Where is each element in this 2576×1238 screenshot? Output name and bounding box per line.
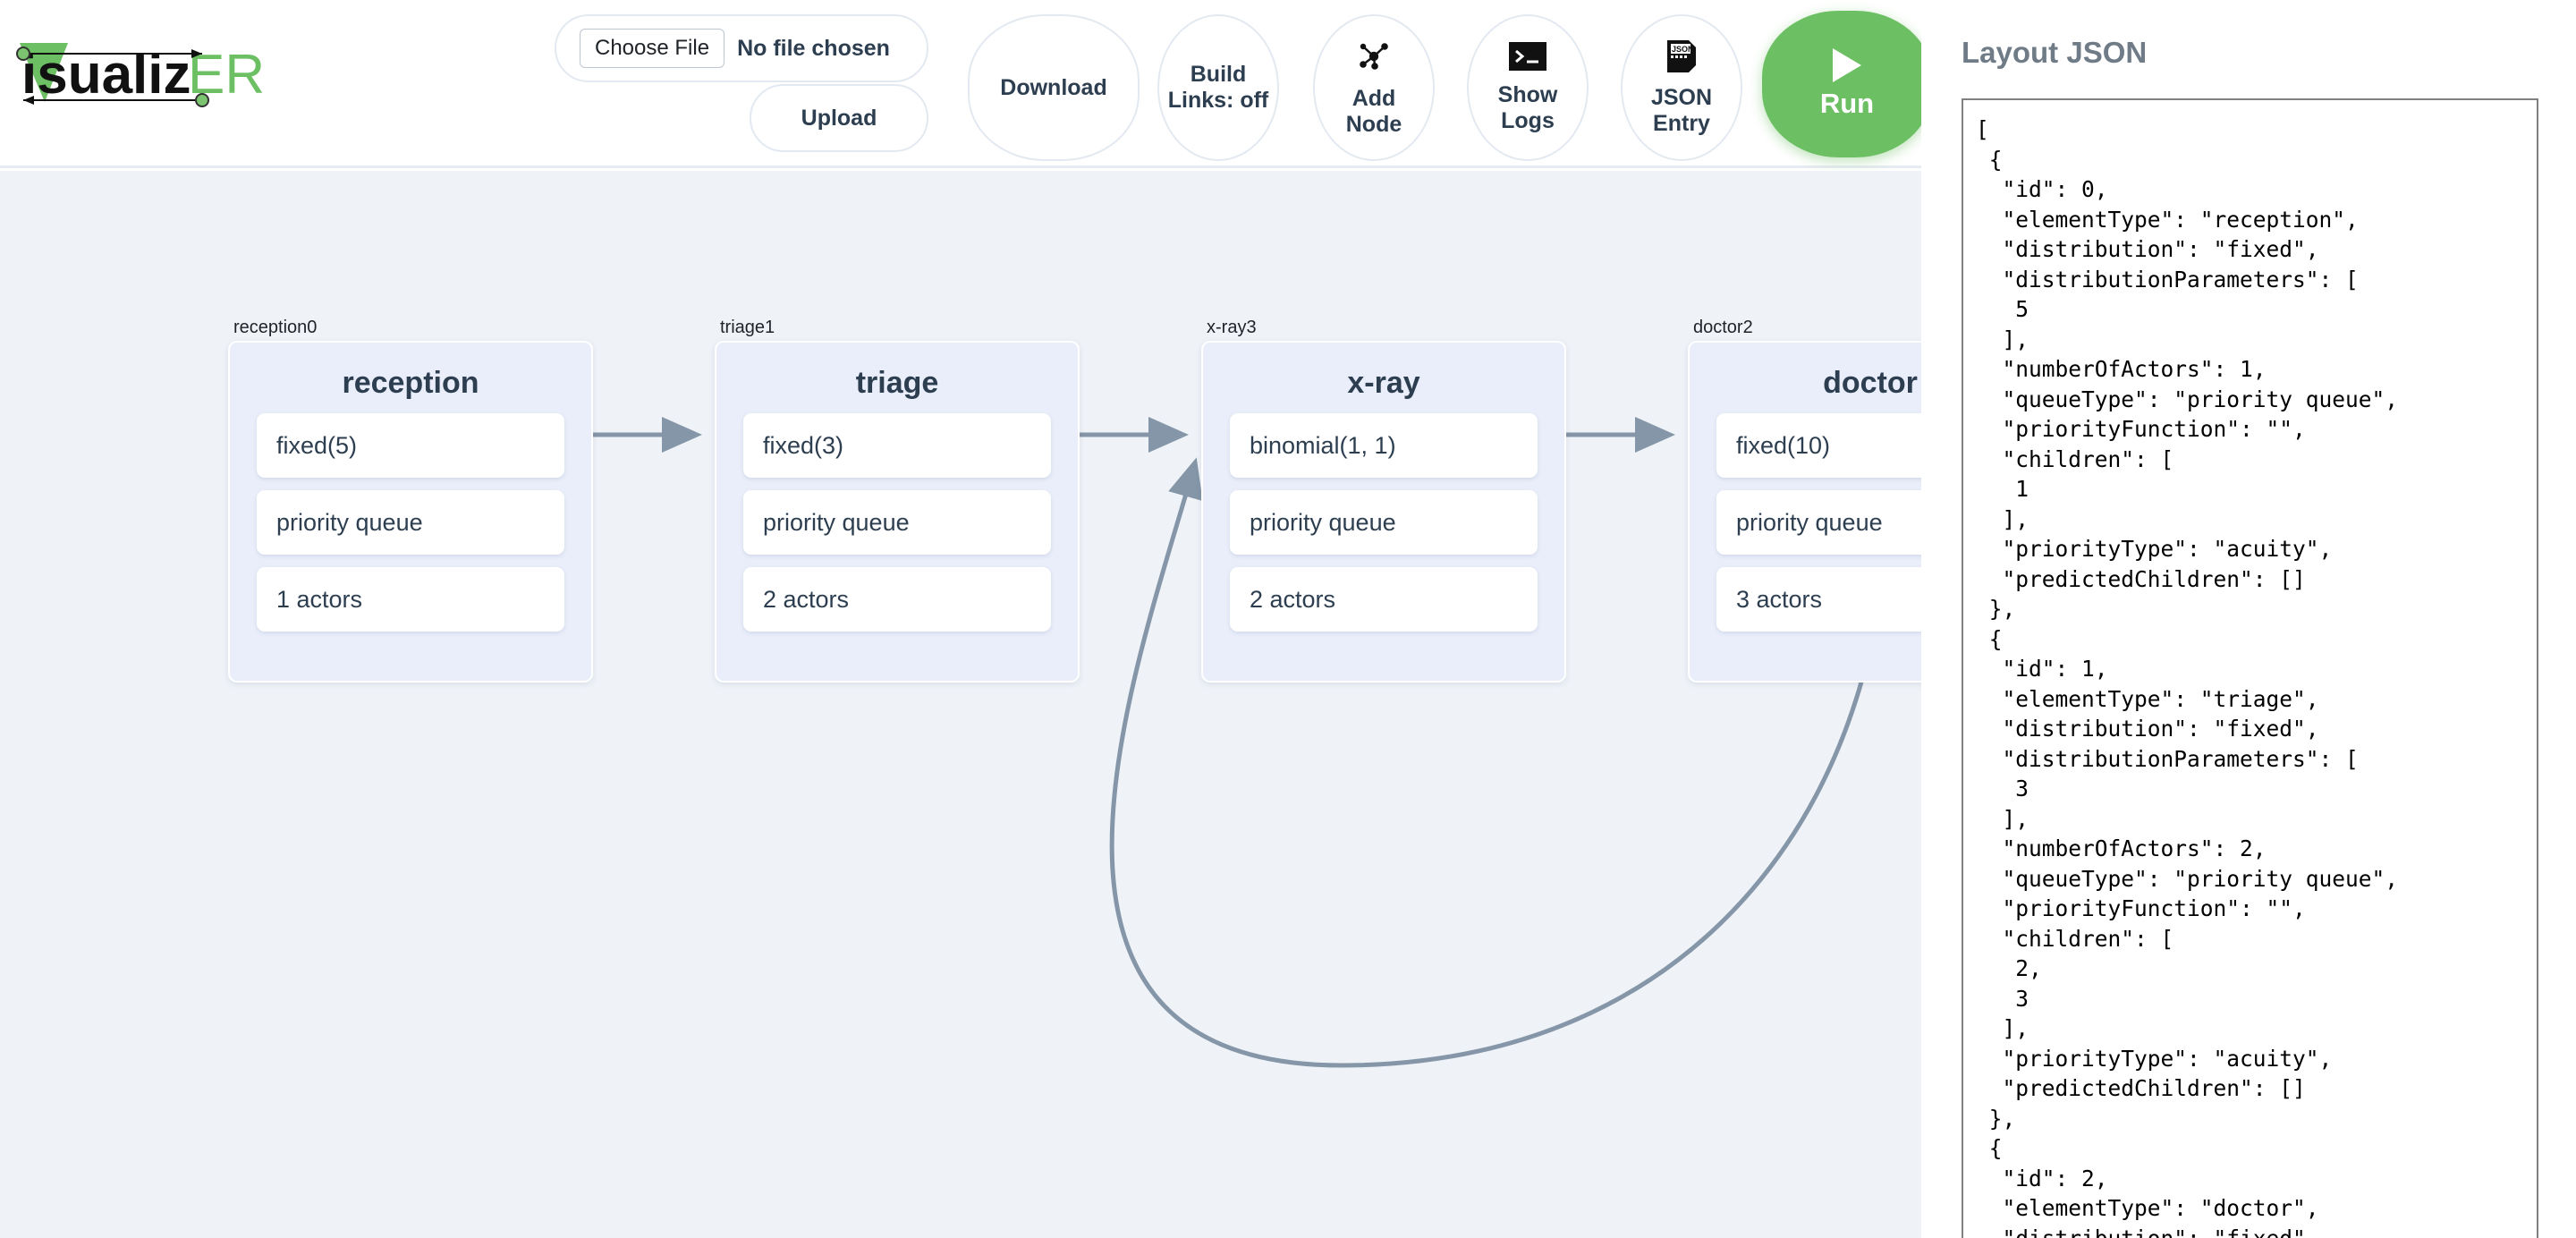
node-title: reception — [342, 366, 479, 400]
json-entry-button[interactable]: JSON JSON Entry — [1621, 14, 1742, 161]
build-links-label: Build Links: off — [1167, 62, 1269, 113]
show-logs-label-1: Show — [1497, 81, 1558, 107]
app-column: isualiz ER Choose File No file chosen Up… — [0, 0, 1932, 1238]
layout-json-content: [ { "id": 0, "elementType": "reception",… — [1976, 116, 2399, 1238]
flow-node-reception[interactable]: reception0 reception fixed(5) priority q… — [228, 318, 593, 683]
layout-json-title: Layout JSON — [1962, 36, 2148, 69]
node-queue-field[interactable]: priority queue — [1230, 490, 1538, 555]
node-actors-field[interactable]: 2 actors — [743, 567, 1051, 632]
show-logs-label-2: Logs — [1501, 107, 1555, 133]
json-entry-label-2: Entry — [1653, 110, 1710, 136]
flow-node-xray[interactable]: x-ray3 x-ray binomial(1, 1) priority que… — [1201, 318, 1566, 683]
add-node-label-2: Node — [1345, 111, 1402, 137]
app-header: isualiz ER Choose File No file chosen Up… — [0, 0, 1932, 168]
node-graph-icon — [1356, 38, 1392, 81]
node-queue-field[interactable]: priority queue — [1716, 490, 1921, 555]
upload-button[interactable]: Upload — [750, 84, 928, 152]
file-status-label: No file chosen — [737, 35, 890, 61]
run-button-label: Run — [1819, 88, 1875, 119]
node-actors-field[interactable]: 2 actors — [1230, 567, 1538, 632]
node-tag: doctor2 — [1693, 318, 1753, 337]
file-upload-control[interactable]: Choose File No file chosen — [555, 14, 928, 82]
node-title: doctor — [1823, 366, 1918, 400]
node-distribution-field[interactable]: fixed(5) — [257, 413, 564, 478]
node-queue-field[interactable]: priority queue — [257, 490, 564, 555]
node-title: triage — [855, 366, 939, 400]
node-tag: reception0 — [233, 318, 318, 337]
flow-canvas[interactable]: reception0 reception fixed(5) priority q… — [0, 171, 1921, 1238]
node-tag: triage1 — [720, 318, 775, 337]
app-logo: isualiz ER — [13, 30, 343, 107]
show-logs-button[interactable]: Show Logs — [1467, 14, 1589, 161]
node-actors-field[interactable]: 3 actors — [1716, 567, 1921, 632]
node-distribution-field[interactable]: binomial(1, 1) — [1230, 413, 1538, 478]
layout-json-panel: Layout JSON [ { "id": 0, "elementType": … — [1921, 0, 2576, 1238]
build-links-toggle-button[interactable]: Build Links: off — [1157, 14, 1279, 161]
run-button[interactable]: Run — [1762, 11, 1932, 157]
node-tag: x-ray3 — [1207, 318, 1257, 337]
json-file-icon: JSON — [1665, 39, 1698, 80]
add-node-button[interactable]: Add Node — [1313, 14, 1435, 161]
node-distribution-field[interactable]: fixed(10) — [1716, 413, 1921, 478]
terminal-icon — [1509, 41, 1546, 77]
play-icon — [1833, 48, 1861, 82]
choose-file-button[interactable]: Choose File — [580, 29, 725, 68]
layout-json-textarea[interactable]: [ { "id": 0, "elementType": "reception",… — [1962, 98, 2538, 1238]
app-root: isualiz ER Choose File No file chosen Up… — [0, 0, 2576, 1238]
download-button[interactable]: Download — [968, 14, 1140, 161]
json-entry-label-1: JSON — [1650, 84, 1713, 110]
node-actors-field[interactable]: 1 actors — [257, 567, 564, 632]
svg-text:JSON: JSON — [1672, 45, 1694, 54]
node-queue-field[interactable]: priority queue — [743, 490, 1051, 555]
add-node-label-1: Add — [1352, 85, 1396, 111]
flow-node-doctor[interactable]: doctor2 doctor fixed(10) priority queue … — [1688, 318, 1921, 683]
node-distribution-field[interactable]: fixed(3) — [743, 413, 1051, 478]
node-title: x-ray — [1347, 366, 1420, 400]
flow-node-triage[interactable]: triage1 triage fixed(3) priority queue 2… — [715, 318, 1080, 683]
download-button-label: Download — [1000, 74, 1107, 100]
